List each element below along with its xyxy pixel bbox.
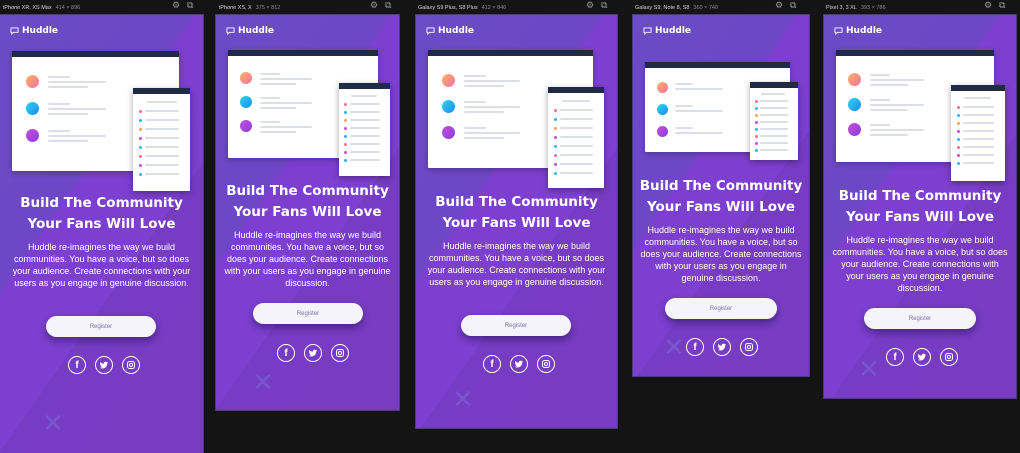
register-button[interactable]: Register bbox=[253, 303, 363, 324]
gear-icon[interactable]: ⚙ bbox=[172, 2, 180, 11]
phone-frame: Huddle Build The Community Your Fans Wil… bbox=[215, 14, 400, 411]
facebook-icon[interactable]: f bbox=[686, 338, 704, 356]
facebook-icon[interactable]: f bbox=[68, 356, 86, 374]
chat-bubble-icon bbox=[643, 27, 652, 35]
phone-frame: Huddle Build The Community Your Fans Wil… bbox=[823, 14, 1017, 399]
social-links: f bbox=[483, 355, 555, 373]
camera-icon[interactable]: ⧉ bbox=[385, 2, 391, 11]
social-links: f bbox=[68, 356, 140, 374]
chat-bubble-icon bbox=[226, 27, 235, 35]
description: Huddle re-imagines the way we build comm… bbox=[640, 225, 802, 283]
description: Huddle re-imagines the way we build comm… bbox=[12, 242, 191, 288]
huddle-logo[interactable]: Huddle bbox=[426, 26, 474, 36]
chat-bubble-icon bbox=[834, 27, 843, 35]
huddle-logo[interactable]: Huddle bbox=[226, 26, 274, 36]
side-panel-illustration bbox=[951, 85, 1005, 181]
headline: Build The Community Your Fans Will Love bbox=[435, 194, 598, 231]
facebook-icon[interactable]: f bbox=[483, 355, 501, 373]
instagram-icon[interactable] bbox=[331, 344, 349, 362]
headline: Build The Community Your Fans Will Love bbox=[20, 195, 183, 232]
huddle-logo[interactable]: Huddle bbox=[643, 26, 691, 36]
register-button[interactable]: Register bbox=[864, 308, 976, 329]
twitter-icon[interactable] bbox=[95, 356, 113, 374]
phone-frame: Huddle Build The Community Your Fans Wil… bbox=[415, 14, 618, 429]
huddle-logo[interactable]: Huddle bbox=[834, 26, 882, 36]
headline: Build The Community Your Fans Will Love bbox=[838, 188, 1002, 225]
twitter-icon[interactable] bbox=[913, 348, 931, 366]
device-label: Galaxy S9 Plus, S8 Plus 412 × 846 bbox=[418, 5, 507, 11]
gear-icon[interactable]: ⚙ bbox=[775, 2, 783, 11]
device-label: iPhone XR, XS Max 414 × 896 bbox=[3, 5, 81, 11]
x-decoration: ✕ bbox=[452, 385, 474, 415]
camera-icon[interactable]: ⧉ bbox=[187, 2, 193, 11]
gear-icon[interactable]: ⚙ bbox=[984, 2, 992, 11]
side-panel-illustration bbox=[750, 82, 798, 160]
instagram-icon[interactable] bbox=[122, 356, 140, 374]
camera-icon[interactable]: ⧉ bbox=[999, 2, 1005, 11]
twitter-icon[interactable] bbox=[304, 344, 322, 362]
twitter-icon[interactable] bbox=[713, 338, 731, 356]
phone-frame: Huddle Build The Community Your Fans Wil… bbox=[632, 14, 810, 377]
device-label: Galaxy S9, Note 8, S8 360 × 740 bbox=[635, 5, 719, 11]
twitter-icon[interactable] bbox=[510, 355, 528, 373]
side-panel-illustration bbox=[548, 87, 604, 188]
camera-icon[interactable]: ⧉ bbox=[601, 2, 607, 11]
device-label: Pixel 3, 3 XL 393 × 786 bbox=[826, 5, 886, 11]
instagram-icon[interactable] bbox=[740, 338, 758, 356]
device-label: iPhone XS, X 375 × 812 bbox=[219, 5, 281, 11]
register-button[interactable]: Register bbox=[665, 298, 777, 319]
phone-frame: Huddle Build The Community Your Fans Wil… bbox=[0, 14, 204, 453]
headline: Build The Community Your Fans Will Love bbox=[639, 178, 803, 215]
side-panel-illustration bbox=[133, 88, 190, 191]
facebook-icon[interactable]: f bbox=[277, 344, 295, 362]
x-decoration: ✕ bbox=[663, 333, 685, 363]
register-button[interactable]: Register bbox=[461, 315, 571, 336]
register-button[interactable]: Register bbox=[46, 316, 156, 337]
social-links: f bbox=[886, 348, 958, 366]
x-decoration: ✕ bbox=[42, 409, 64, 439]
headline: Build The Community Your Fans Will Love bbox=[226, 183, 389, 220]
chat-bubble-icon bbox=[10, 27, 19, 35]
x-decoration: ✕ bbox=[252, 368, 274, 398]
x-decoration: ✕ bbox=[858, 355, 880, 385]
facebook-icon[interactable]: f bbox=[886, 348, 904, 366]
description: Huddle re-imagines the way we build comm… bbox=[224, 230, 391, 288]
side-panel-illustration bbox=[339, 83, 390, 176]
description: Huddle re-imagines the way we build comm… bbox=[832, 235, 1008, 293]
gear-icon[interactable]: ⚙ bbox=[370, 2, 378, 11]
chat-bubble-icon bbox=[426, 27, 435, 35]
social-links: f bbox=[686, 338, 758, 356]
gear-icon[interactable]: ⚙ bbox=[586, 2, 594, 11]
social-links: f bbox=[277, 344, 349, 362]
huddle-logo[interactable]: Huddle bbox=[10, 26, 58, 36]
instagram-icon[interactable] bbox=[940, 348, 958, 366]
camera-icon[interactable]: ⧉ bbox=[790, 2, 796, 11]
instagram-icon[interactable] bbox=[537, 355, 555, 373]
description: Huddle re-imagines the way we build comm… bbox=[427, 241, 606, 287]
